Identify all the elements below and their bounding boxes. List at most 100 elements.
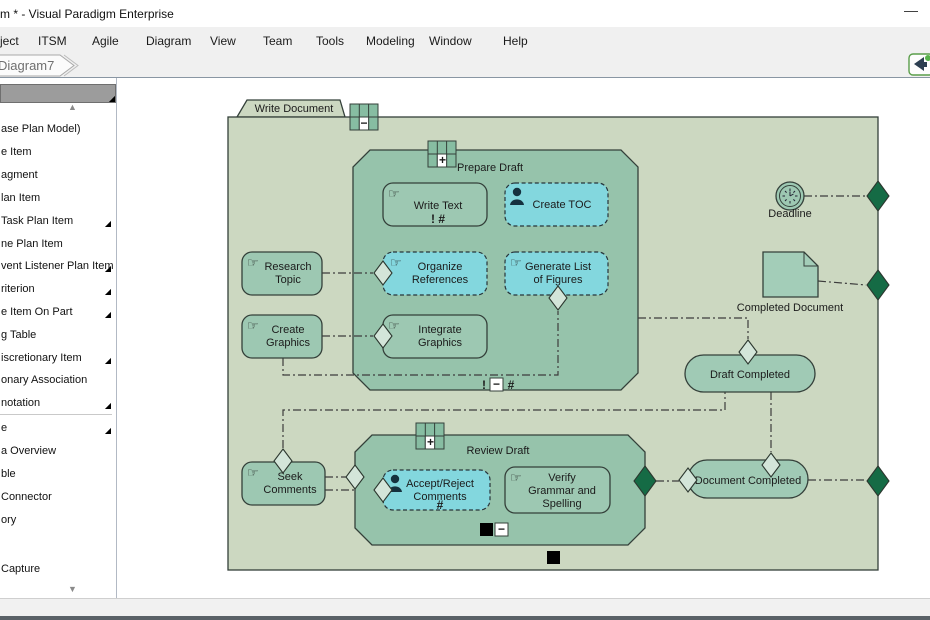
- svg-text:Seek: Seek: [277, 471, 303, 483]
- palette-divider: [0, 414, 112, 415]
- case-plan-label: Write Document: [255, 103, 334, 115]
- discretionary-task-accept-reject[interactable]: Accept/Reject Comments #: [383, 470, 490, 512]
- menu-item-team[interactable]: Team: [263, 34, 292, 48]
- status-bar: [0, 598, 930, 617]
- svg-text:Topic: Topic: [275, 274, 301, 286]
- palette-item-plan-item-1[interactable]: e Item: [1, 145, 113, 160]
- deadline-label: Deadline: [768, 208, 811, 220]
- window-bottom-edge: [0, 616, 930, 620]
- svg-text:Grammar and: Grammar and: [528, 485, 596, 497]
- svg-text:Generate List: Generate List: [525, 261, 591, 273]
- planning-table-icon[interactable]: −: [350, 104, 378, 130]
- menu-item-diagram[interactable]: Diagram: [146, 34, 191, 48]
- task-write-text[interactable]: ☞ Write Text ! #: [383, 183, 487, 226]
- palette-scroll-up-button[interactable]: ▲: [68, 102, 88, 112]
- svg-text:Create: Create: [271, 324, 304, 336]
- case-file-completed-document[interactable]: [763, 252, 818, 297]
- task-markers: ! #: [431, 212, 445, 226]
- planning-table-icon[interactable]: +: [416, 423, 444, 449]
- palette-item-annotation[interactable]: notation◢: [1, 396, 113, 411]
- planning-table-icon[interactable]: +: [428, 141, 456, 167]
- menu-item-project[interactable]: ject: [0, 34, 19, 48]
- svg-text:Graphics: Graphics: [266, 337, 311, 349]
- palette-item-planning-table[interactable]: g Table: [1, 328, 113, 343]
- announcement-button[interactable]: [908, 53, 930, 77]
- palette-scroll-down-button[interactable]: ▼: [68, 584, 88, 594]
- menu-item-view[interactable]: View: [210, 34, 236, 48]
- application-window: { "window": { "title": "m * - Visual Par…: [0, 0, 930, 620]
- completed-document-label: Completed Document: [737, 302, 843, 314]
- svg-text:Verify: Verify: [548, 472, 576, 484]
- repetition-marker: #: [437, 498, 444, 512]
- palette-item-screen-capture[interactable]: Capture: [1, 562, 113, 577]
- svg-text:Comments: Comments: [263, 484, 317, 496]
- task-integrate-graphics[interactable]: ☞ Integrate Graphics: [383, 315, 487, 358]
- menu-item-modeling[interactable]: Modeling: [366, 34, 415, 48]
- palette-item-task-plan-item[interactable]: Task Plan Item◢: [1, 214, 113, 229]
- palette-item-diagram-overview[interactable]: a Overview: [1, 444, 113, 459]
- palette-item-table[interactable]: ble: [1, 467, 113, 482]
- svg-text:Write Text: Write Text: [414, 200, 463, 212]
- title-bar: m * - Visual Paradigm Enterprise —: [0, 0, 930, 27]
- submenu-arrow-icon: ◢: [105, 285, 111, 297]
- manual-task-icon: ☞: [247, 465, 259, 480]
- svg-text:Create TOC: Create TOC: [533, 199, 592, 211]
- palette-item-event-listener-plan-item[interactable]: vent Listener Plan Item◢: [1, 259, 113, 274]
- autocomplete-marker: [547, 551, 560, 564]
- diagram-palette: ◢ ▲ ase Plan Model) e Item agment lan It…: [0, 78, 117, 598]
- task-research-topic[interactable]: ☞ Research Topic: [242, 252, 322, 295]
- tab-bar: Diagram7: [0, 54, 930, 78]
- megaphone-handle: [923, 62, 927, 67]
- palette-item-generic-connector[interactable]: Connector: [1, 490, 113, 505]
- event-listener-deadline[interactable]: [776, 182, 804, 210]
- cmmn-diagram: Write Document − Prepare Draft +: [118, 78, 930, 598]
- collapse-sign: −: [360, 116, 367, 130]
- svg-text:Accept/Reject: Accept/Reject: [406, 478, 474, 490]
- palette-item-milestone-plan-item[interactable]: ne Plan Item: [1, 237, 113, 252]
- required-marker: !: [482, 378, 486, 392]
- palette-item-plan-fragment[interactable]: agment: [1, 168, 113, 183]
- palette-item-discretionary-association[interactable]: onary Association: [1, 373, 113, 388]
- palette-item-selected[interactable]: ◢: [0, 84, 116, 103]
- svg-text:of Figures: of Figures: [534, 274, 583, 286]
- manual-task-icon: ☞: [388, 318, 400, 333]
- palette-item-item-on-part[interactable]: e Item On Part◢: [1, 305, 113, 320]
- svg-text:Integrate: Integrate: [418, 324, 461, 336]
- expand-sign: +: [427, 435, 434, 449]
- menu-item-window[interactable]: Window: [429, 34, 472, 48]
- svg-text:Organize: Organize: [418, 261, 463, 273]
- minimize-button[interactable]: —: [904, 2, 918, 18]
- milestone-document-completed[interactable]: Document Completed: [688, 460, 808, 498]
- expand-sign: +: [439, 153, 446, 167]
- stage-review-label: Review Draft: [467, 445, 530, 457]
- manual-task-icon: ☞: [247, 255, 259, 270]
- collapse-marker: −: [498, 522, 505, 536]
- task-create-graphics[interactable]: ☞ Create Graphics: [242, 315, 322, 358]
- submenu-arrow-icon: ◢: [105, 308, 111, 320]
- manual-task-icon: ☞: [510, 470, 522, 485]
- stage-prepare-label: Prepare Draft: [457, 162, 523, 174]
- menu-item-tools[interactable]: Tools: [316, 34, 344, 48]
- palette-item-case-plan-model[interactable]: ase Plan Model): [1, 122, 113, 137]
- window-title: m * - Visual Paradigm Enterprise: [0, 7, 174, 21]
- diagram-canvas: Write Document − Prepare Draft +: [118, 78, 930, 598]
- submenu-arrow-icon: ◢: [105, 217, 111, 229]
- discretionary-task-create-toc[interactable]: Create TOC: [505, 183, 608, 226]
- svg-text:Spelling: Spelling: [542, 498, 581, 510]
- palette-item-shape[interactable]: e◢: [1, 421, 113, 436]
- palette-item-directory[interactable]: ory: [1, 513, 113, 528]
- svg-text:Graphics: Graphics: [418, 337, 463, 349]
- svg-text:Document Completed: Document Completed: [695, 475, 801, 487]
- discretionary-task-organize-references[interactable]: ☞ Organize References: [383, 252, 487, 295]
- task-verify-grammar[interactable]: ☞ Verify Grammar and Spelling: [505, 467, 610, 513]
- menu-item-agile[interactable]: Agile: [92, 34, 119, 48]
- svg-text:Draft Completed: Draft Completed: [710, 369, 790, 381]
- palette-item-discretionary-item[interactable]: iscretionary Item◢: [1, 351, 113, 366]
- submenu-arrow-icon: ◢: [105, 354, 111, 366]
- palette-item-plan-item-2[interactable]: lan Item: [1, 191, 113, 206]
- tab-diagram7[interactable]: Diagram7: [0, 58, 54, 73]
- submenu-arrow-icon: ◢: [105, 399, 111, 411]
- menu-item-itsm[interactable]: ITSM: [38, 34, 67, 48]
- palette-item-criterion[interactable]: riterion◢: [1, 282, 113, 297]
- menu-item-help[interactable]: Help: [503, 34, 528, 48]
